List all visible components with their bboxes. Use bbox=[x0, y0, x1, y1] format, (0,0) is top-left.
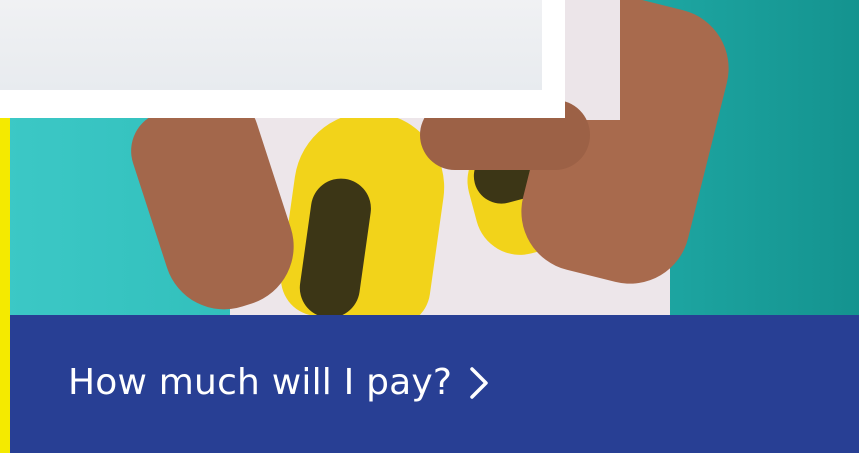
chevron-right-icon bbox=[468, 365, 490, 401]
page: How much will I pay? bbox=[0, 0, 859, 453]
cta-label: How much will I pay? bbox=[68, 361, 453, 403]
how-much-will-i-pay-link[interactable]: How much will I pay? bbox=[10, 315, 859, 453]
content-card bbox=[0, 0, 565, 118]
yellow-accent-strip bbox=[0, 118, 10, 453]
content-card-inner bbox=[0, 0, 542, 90]
